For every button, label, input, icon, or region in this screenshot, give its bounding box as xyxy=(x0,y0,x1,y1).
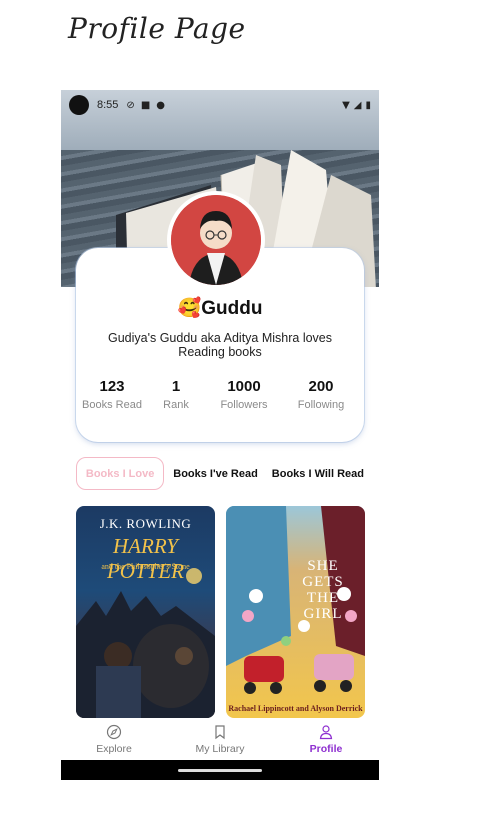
home-indicator[interactable] xyxy=(178,769,262,772)
book-author: J.K. ROWLING xyxy=(99,516,192,531)
stat-value: 1000 xyxy=(227,378,261,395)
tab-books-ive-read[interactable]: Books I've Read xyxy=(173,468,258,480)
book-title: HARRY POTTER xyxy=(106,534,184,583)
book-card-she-gets-the-girl[interactable]: SHE GETS THE GIRL Rachael Lippincott and… xyxy=(226,506,365,718)
emoji: 🥰 xyxy=(177,298,202,319)
profile-name: Guddu xyxy=(201,298,263,319)
stats-row: 123 Books Read 1 Rank 1000 Followers 200… xyxy=(76,378,364,411)
nav-explore[interactable]: Explore xyxy=(61,718,167,760)
battery-icon: ▮ xyxy=(365,99,371,111)
nav-profile[interactable]: Profile xyxy=(273,718,379,760)
stat-label: Books Read xyxy=(82,399,142,411)
stat-books-read: 123 Books Read xyxy=(76,378,148,411)
stat-value: 200 xyxy=(308,378,334,395)
stat-label: Followers xyxy=(220,399,268,411)
compass-icon xyxy=(106,724,122,739)
signal-icon: ◢ xyxy=(353,99,362,111)
tab-books-i-will-read[interactable]: Books I Will Read xyxy=(272,468,364,480)
person-icon xyxy=(319,724,333,739)
status-bar: 8:55 ⊘ ■ ● ▼ ◢ ▮ xyxy=(61,90,379,120)
sync-icon: ● xyxy=(156,99,165,111)
bottom-navigation: Explore My Library Profile xyxy=(61,718,379,760)
stat-label: Following xyxy=(297,399,345,411)
stat-followers[interactable]: 1000 Followers xyxy=(204,378,284,411)
nav-label: My Library xyxy=(195,742,245,755)
profile-name-row: 🥰Guddu xyxy=(61,296,379,320)
phone-screen: 8:55 ⊘ ■ ● ▼ ◢ ▮ 🥰Guddu Gudiya's Guddu a… xyxy=(61,90,379,780)
book-tabs: Books I Love Books I've Read Books I Wil… xyxy=(76,457,364,490)
nav-label: Explore xyxy=(96,742,132,755)
avatar-illustration xyxy=(171,195,261,285)
page-heading: Profile Page xyxy=(68,12,246,45)
tab-books-i-love[interactable]: Books I Love xyxy=(76,457,165,490)
book-subtitle: and the Philosopher's Stone xyxy=(101,562,190,571)
stat-following[interactable]: 200 Following xyxy=(284,378,358,411)
sim-icon: ■ xyxy=(140,99,151,111)
nav-label: Profile xyxy=(309,742,343,755)
avatar[interactable] xyxy=(167,191,265,289)
status-time: 8:55 xyxy=(97,99,119,111)
nav-my-library[interactable]: My Library xyxy=(167,718,273,760)
stat-rank: 1 Rank xyxy=(148,378,204,411)
stat-value: 123 xyxy=(99,378,125,395)
book-authors: Rachael Lippincott and Alyson Derrick xyxy=(228,704,363,713)
book-grid: J.K. ROWLING HARRY POTTER and the Philos… xyxy=(76,506,365,718)
book-card-harry-potter[interactable]: J.K. ROWLING HARRY POTTER and the Philos… xyxy=(76,506,215,718)
book-title: SHE GETS THE GIRL xyxy=(302,558,344,622)
system-nav-bar xyxy=(61,760,379,780)
stat-value: 1 xyxy=(171,378,181,395)
shield-icon: ⊘ xyxy=(126,99,135,111)
camera-cutout xyxy=(69,95,89,115)
wifi-icon: ▼ xyxy=(342,99,350,111)
bookmark-icon xyxy=(215,724,225,739)
profile-bio: Gudiya's Guddu aka Aditya Mishra loves R… xyxy=(107,331,333,359)
stat-label: Rank xyxy=(163,399,189,411)
